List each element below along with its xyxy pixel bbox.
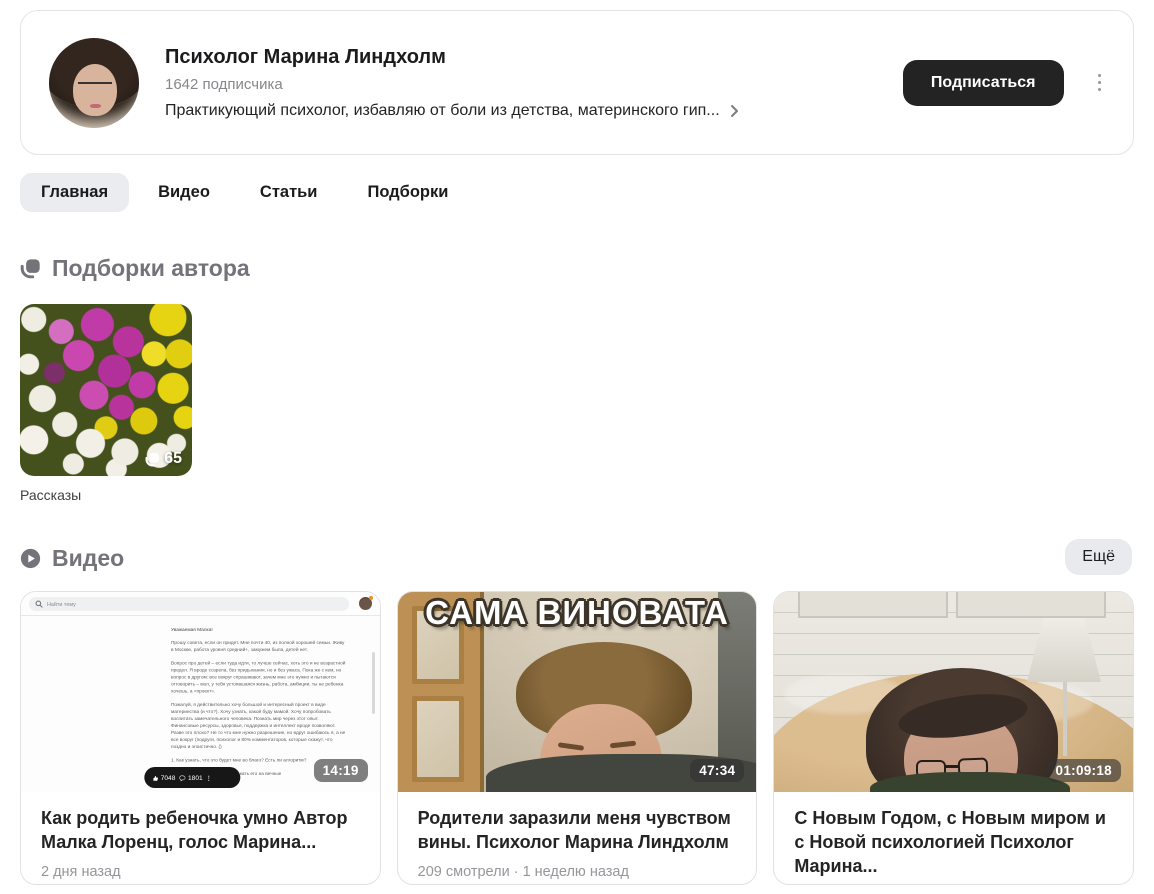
video-card-body: Как родить ребеночка умно Автор Малка Ло… <box>21 792 380 880</box>
video-thumbnail-document: Найти тему Уважаемая Малка! Прошу совета… <box>21 592 380 792</box>
video-card[interactable]: САМА ВИНОВАТА 47:34 Родители заразили ме… <box>396 591 758 885</box>
playlists-section-header: Подборки автора <box>20 253 1134 283</box>
video-card-body: С Новым Годом, с Новым миром и с Новой п… <box>774 792 1133 884</box>
channel-menu-button[interactable] <box>1092 68 1108 98</box>
video-title: Родители заразили меня чувством вины. Пс… <box>417 808 731 852</box>
avatar-lips <box>90 103 101 108</box>
tab-articles[interactable]: Статьи <box>239 173 339 212</box>
duration-badge: 47:34 <box>690 759 745 782</box>
document-heading: Уважаемая Малка! <box>171 627 213 633</box>
video-thumbnail-guilt: САМА ВИНОВАТА 47:34 <box>397 592 757 792</box>
subscribe-button[interactable]: Подписаться <box>902 59 1064 106</box>
video-title: С Новым Годом, с Новым миром и с Новой п… <box>794 808 1106 876</box>
tab-playlists[interactable]: Подборки <box>346 173 469 212</box>
collection-count-badge: 65 <box>145 450 182 468</box>
channel-description: Практикующий психолог, избавляю от боли … <box>165 101 720 119</box>
collection-card[interactable]: 65 Рассказы <box>20 304 192 503</box>
channel-tabs: Главная Видео Статьи Подборки <box>20 172 1134 213</box>
reactions-bar: 7048 1801 <box>144 767 241 788</box>
video-card[interactable]: 01:09:18 С Новым Годом, с Новым миром и … <box>773 591 1134 885</box>
channel-description-row[interactable]: Практикующий психолог, избавляю от боли … <box>165 102 903 120</box>
subscriber-count: 1642 подписчика <box>165 75 283 93</box>
channel-avatar[interactable] <box>49 37 139 128</box>
thumbnail-browser-bar: Найти тему <box>21 592 380 616</box>
video-play-icon <box>20 548 41 568</box>
mini-scrollbar <box>371 652 375 714</box>
video-card-body: Родители заразили меня чувством вины. Пс… <box>398 792 757 880</box>
tab-home[interactable]: Главная <box>20 173 130 212</box>
more-button[interactable]: Ещё <box>1065 539 1132 575</box>
search-placeholder: Найти тему <box>47 600 76 607</box>
video-meta: 2 дня назад <box>41 863 121 880</box>
collection-thumbnail: 65 <box>20 304 192 476</box>
video-title: Как родить ребеночка умно Автор Малка Ло… <box>41 808 348 852</box>
mini-avatar <box>358 596 373 610</box>
collections-icon <box>145 452 160 466</box>
search-icon <box>35 600 43 608</box>
collection-name: Рассказы <box>20 487 82 503</box>
collection-count: 65 <box>164 450 182 467</box>
videos-section-header: Видео Ещё <box>20 539 1134 575</box>
like-count: 7048 <box>161 773 176 782</box>
videos-section-title: Видео <box>52 544 125 571</box>
tab-video[interactable]: Видео <box>137 173 231 212</box>
channel-title: Психолог Марина Линдхолм <box>165 45 446 68</box>
channel-info: Психолог Марина Линдхолм 1642 подписчика… <box>165 46 903 120</box>
video-meta: 209 смотрели · 1 неделю назад <box>417 863 629 880</box>
document-paragraph: Пожалуй, я действительно хочу большой и … <box>171 702 346 750</box>
video-card[interactable]: Найти тему Уважаемая Малка! Прошу совета… <box>20 591 381 885</box>
document-paragraph: Вопрос про детей – если туда идти, то лу… <box>171 660 346 695</box>
avatar-glasses <box>78 81 112 91</box>
comment-count: 1801 <box>188 773 204 782</box>
thumbnail-overlay-text: САМА ВИНОВАТА <box>425 594 729 631</box>
chevron-right-icon <box>730 104 738 117</box>
comment-icon <box>179 774 186 781</box>
search-input: Найти тему <box>29 596 349 611</box>
videos-grid: Найти тему Уважаемая Малка! Прошу совета… <box>20 591 1134 885</box>
collections-icon <box>20 258 40 278</box>
video-thumbnail-newyear: 01:09:18 <box>774 592 1133 792</box>
duration-badge: 14:19 <box>313 759 368 782</box>
channel-header: Психолог Марина Линдхолм 1642 подписчика… <box>20 10 1134 155</box>
playlists-section-title: Подборки автора <box>52 254 250 281</box>
lamp <box>1026 618 1101 682</box>
more-options-icon <box>208 774 210 781</box>
duration-badge: 01:09:18 <box>1046 759 1121 782</box>
document-paragraph: Прошу совета, если он придет. Мне почти … <box>171 640 345 653</box>
like-icon <box>153 775 159 780</box>
